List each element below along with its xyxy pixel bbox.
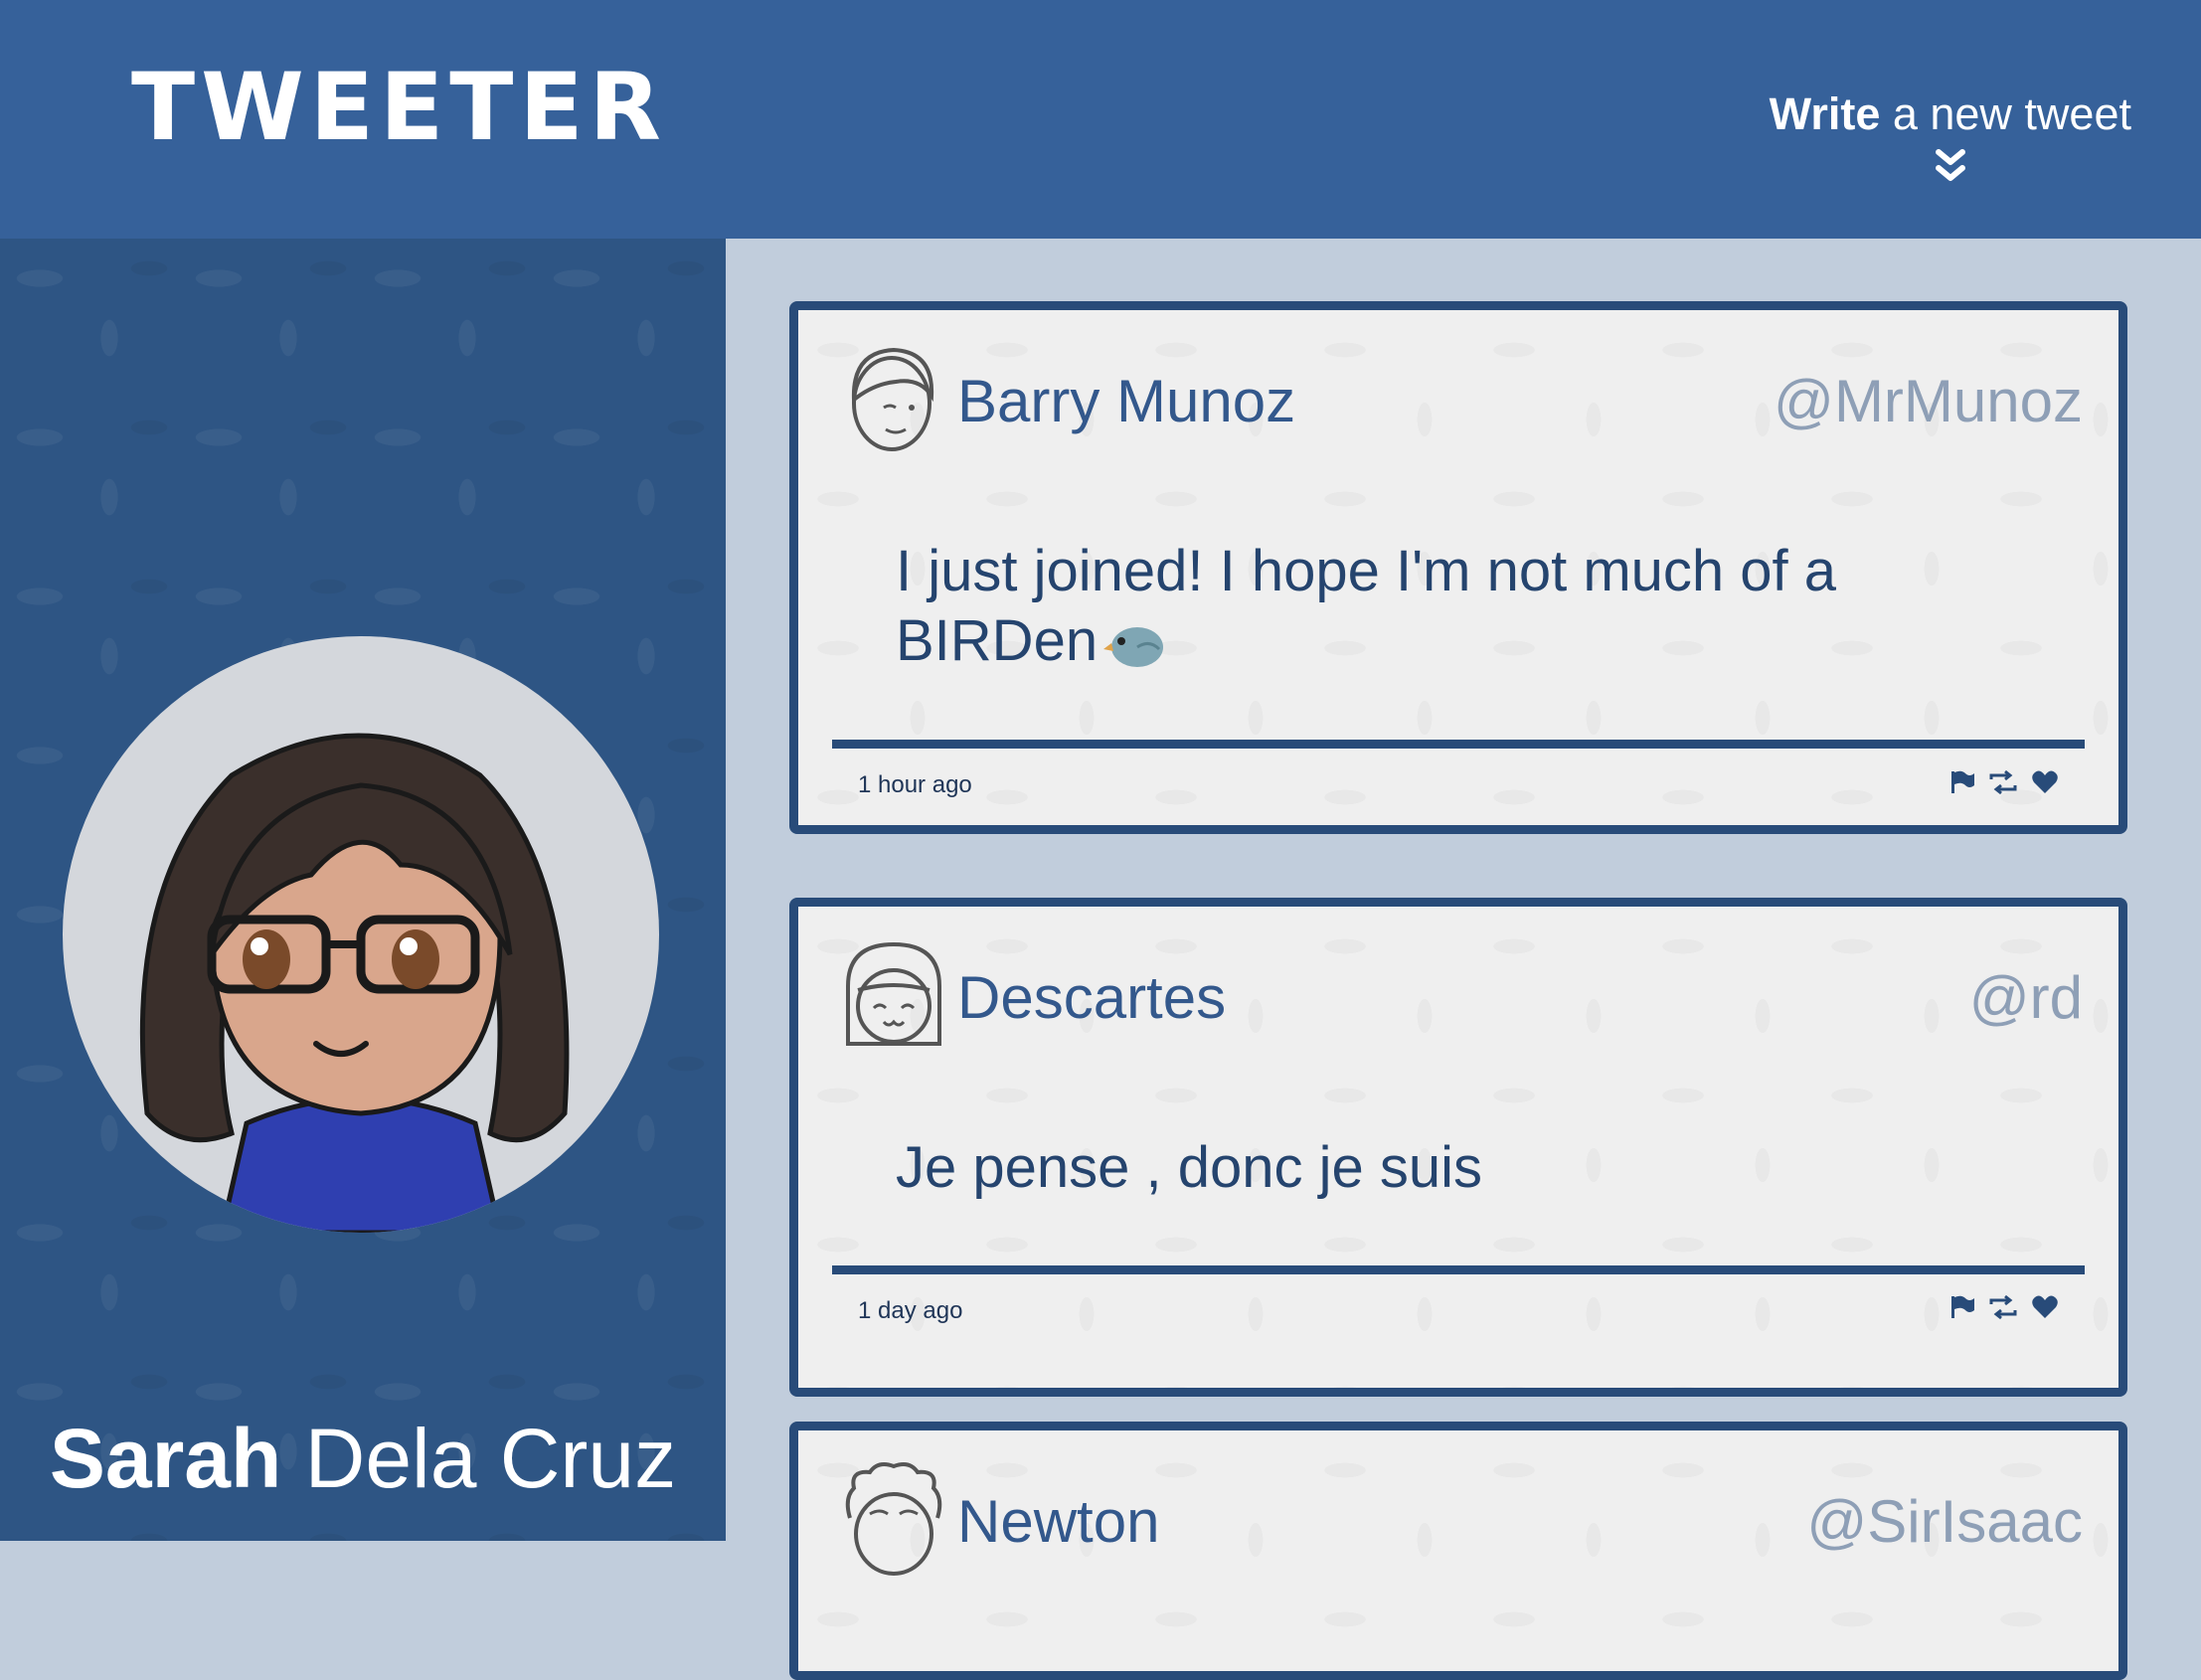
tweet-actions	[1949, 769, 2059, 800]
tweet-timestamp: 1 hour ago	[858, 771, 972, 798]
tweet-author-handle[interactable]: @rd	[1969, 968, 2083, 1028]
tweet-author-handle[interactable]: @SirIsaac	[1806, 1492, 2083, 1552]
write-new-tweet-label[interactable]: Write a new tweet	[1770, 91, 2131, 136]
retweet-icon[interactable]	[1987, 1294, 2019, 1325]
write-new-tweet-toggle[interactable]: Write a new tweet	[1770, 91, 2131, 186]
brand-logo[interactable]: TWEETER	[131, 62, 667, 155]
girl-avatar-illustration	[139, 733, 570, 1233]
tweet-author-name[interactable]: Barry Munoz	[957, 372, 1295, 431]
bird-emoji-icon	[1103, 626, 1164, 667]
tweet-card: Barry Munoz @MrMunoz I just joined! I ho…	[789, 301, 2127, 834]
tweet-author-name[interactable]: Descartes	[957, 968, 1226, 1028]
boy-face-icon	[851, 347, 934, 451]
tweet-text: I just joined! I hope I'm not much of a …	[896, 539, 1837, 673]
bangs-face-icon	[846, 941, 941, 1046]
profile-avatar	[63, 636, 659, 1233]
tweet-divider	[832, 740, 2085, 749]
heart-icon[interactable]	[2031, 1294, 2059, 1325]
tweet-text: Je pense , donc je suis	[896, 1135, 1483, 1200]
flag-icon[interactable]	[1949, 769, 1975, 800]
tweet-card: Newton @SirIsaac	[789, 1422, 2127, 1680]
retweet-icon[interactable]	[1987, 769, 2019, 800]
tweet-card: Descartes @rd Je pense , donc je suis 1 …	[789, 898, 2127, 1397]
tweet-actions	[1949, 1294, 2059, 1325]
tweet-author-handle[interactable]: @MrMunoz	[1774, 372, 2083, 431]
profile-name: Sarah Dela Cruz	[49, 1412, 677, 1505]
curly-hair-face-icon	[845, 1462, 942, 1576]
top-nav-bar: TWEETER Write a new tweet	[0, 0, 2201, 239]
double-chevron-down-icon[interactable]	[1933, 146, 1968, 186]
tweet-timestamp: 1 day ago	[858, 1297, 963, 1324]
heart-icon[interactable]	[2031, 769, 2059, 800]
flag-icon[interactable]	[1949, 1294, 1975, 1325]
tweet-feed: Barry Munoz @MrMunoz I just joined! I ho…	[726, 239, 2201, 1680]
tweet-divider	[832, 1265, 2085, 1274]
tweet-author-name[interactable]: Newton	[957, 1492, 1159, 1552]
profile-sidebar: Sarah Dela Cruz	[0, 239, 726, 1541]
